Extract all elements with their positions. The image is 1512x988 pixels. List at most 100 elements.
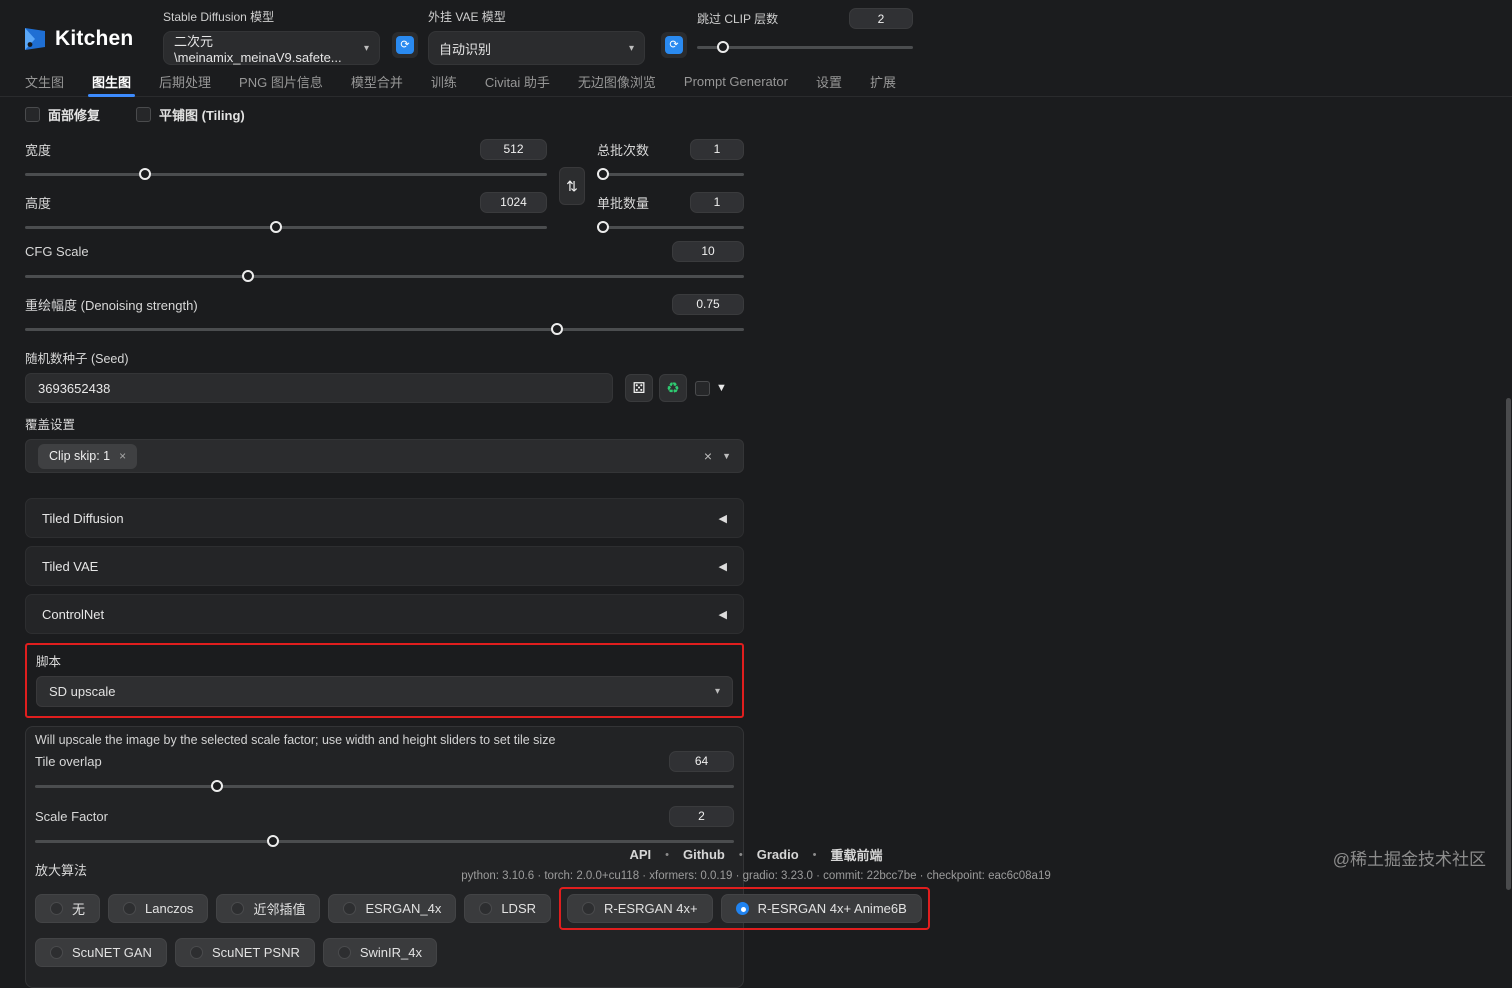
slider-track[interactable] xyxy=(597,173,744,176)
tab-item[interactable]: PNG 图片信息 xyxy=(239,66,323,97)
refresh-sd-model-button[interactable]: ⟳ xyxy=(392,32,418,58)
cfg-value[interactable]: 10 xyxy=(672,240,744,262)
vae-dropdown[interactable]: 自动识别 ▾ xyxy=(428,31,645,65)
upscaler-option[interactable]: 无 xyxy=(35,894,101,923)
accordion-header[interactable]: Tiled Diffusion ◀ xyxy=(25,498,744,538)
tab-item[interactable]: 训练 xyxy=(431,66,457,97)
batch-count-slider[interactable] xyxy=(596,168,744,181)
slider-handle[interactable] xyxy=(551,323,564,335)
slider-handle[interactable] xyxy=(596,221,609,233)
swap-dimensions-button[interactable]: ⇅ xyxy=(559,167,585,205)
denoising-slider[interactable] xyxy=(25,323,744,336)
scale-factor-value[interactable]: 2 xyxy=(669,805,734,827)
checkbox-icon[interactable] xyxy=(136,107,152,122)
clip-skip-value[interactable]: 2 xyxy=(849,8,913,29)
upscaler-option-label: ScuNET PSNR xyxy=(211,945,300,960)
upscaler-option[interactable]: ScuNET PSNR xyxy=(174,938,315,967)
chevron-down-icon[interactable]: ▼ xyxy=(722,451,731,461)
footer-separator: • xyxy=(665,848,669,861)
sd-model-dropdown[interactable]: 二次元\meinamix_meinaV9.safete... ▾ xyxy=(163,31,380,65)
footer-link[interactable]: API xyxy=(629,847,651,862)
clip-skip-slider[interactable] xyxy=(697,41,913,54)
upscaler-option[interactable]: 近邻插值 xyxy=(216,894,321,923)
accordion-header[interactable]: Tiled VAE ◀ xyxy=(25,546,744,586)
slider-handle[interactable] xyxy=(241,270,254,282)
tab-item[interactable]: 文生图 xyxy=(25,66,64,97)
vertical-scrollbar[interactable] xyxy=(1506,398,1511,890)
tab-item[interactable]: 图生图 xyxy=(88,66,136,97)
width-slider[interactable] xyxy=(25,168,547,181)
override-settings-dropdown[interactable]: Clip skip: 1 × × ▼ xyxy=(25,439,744,473)
tab-item[interactable]: Prompt Generator xyxy=(684,66,788,97)
clear-all-icon[interactable]: × xyxy=(704,448,712,464)
footer-link[interactable]: Gradio xyxy=(757,847,799,862)
upscaler-option[interactable]: R-ESRGAN 4x+ Anime6B xyxy=(720,894,922,923)
upscaler-row: 无 Lanczos 近邻插值 ESRGAN_4x LDSR R-ESRGAN 4x+ R-E… xyxy=(35,887,930,930)
random-seed-button[interactable]: ⚄ xyxy=(625,374,653,402)
script-dropdown[interactable]: SD upscale ▾ xyxy=(36,676,733,707)
upscaler-option[interactable]: ESRGAN_4x xyxy=(328,894,457,923)
radio-icon xyxy=(479,902,493,915)
upscaler-option[interactable]: SwinIR_4x xyxy=(322,938,437,967)
upscaler-option[interactable]: R-ESRGAN 4x+ xyxy=(567,894,713,923)
accordion-header[interactable]: ControlNet ◀ xyxy=(25,594,744,634)
chip-remove-icon[interactable]: × xyxy=(119,449,126,463)
slider-handle[interactable] xyxy=(139,168,152,180)
seed-dropdown-arrow-icon[interactable]: ▼ xyxy=(716,382,727,394)
tab-item[interactable]: 扩展 xyxy=(870,66,896,97)
tab-item[interactable]: 模型合并 xyxy=(351,66,403,97)
slider-track[interactable] xyxy=(25,226,547,229)
refresh-vae-button[interactable]: ⟳ xyxy=(661,32,687,58)
upscaler-option-label: 近邻插值 xyxy=(253,902,306,917)
radio-icon xyxy=(343,902,357,915)
slider-track[interactable] xyxy=(697,46,913,49)
denoising-value[interactable]: 0.75 xyxy=(672,293,744,315)
upscaler-option[interactable]: ScuNET GAN xyxy=(35,938,167,967)
slider-track[interactable] xyxy=(35,840,734,843)
tile-overlap-slider[interactable] xyxy=(35,780,734,793)
chevron-down-icon: ▾ xyxy=(714,686,720,697)
slider-track[interactable] xyxy=(25,173,547,176)
slider-handle[interactable] xyxy=(596,168,609,180)
tiling-checkbox[interactable]: 平铺图 (Tiling) xyxy=(136,105,245,124)
tile-overlap-value[interactable]: 64 xyxy=(669,750,734,772)
slider-track[interactable] xyxy=(25,275,744,278)
batch-size-value[interactable]: 1 xyxy=(690,191,744,213)
batch-count-label: 总批次数 xyxy=(597,142,650,158)
tab-item[interactable]: 设置 xyxy=(816,66,842,97)
upscaler-option-label: 无 xyxy=(72,902,86,917)
height-slider[interactable] xyxy=(25,221,547,234)
radio-icon xyxy=(123,902,137,915)
slider-handle[interactable] xyxy=(716,41,729,53)
batch-count-value[interactable]: 1 xyxy=(690,138,744,160)
watermark: @稀土掘金技术社区 xyxy=(1332,850,1486,869)
reuse-seed-button[interactable]: ♻ xyxy=(659,374,687,402)
tab-item[interactable]: 后期处理 xyxy=(159,66,211,97)
checkbox-icon[interactable] xyxy=(25,107,40,122)
slider-handle[interactable] xyxy=(269,221,282,233)
slider-handle[interactable] xyxy=(210,780,223,792)
slider-track[interactable] xyxy=(25,328,744,331)
seed-extra-checkbox[interactable] xyxy=(695,380,710,396)
radio-icon xyxy=(337,946,351,959)
batch-size-slider[interactable] xyxy=(596,221,744,234)
seed-input[interactable]: 3693652438 xyxy=(25,373,613,403)
override-chip[interactable]: Clip skip: 1 × xyxy=(38,443,138,469)
footer-link[interactable]: Github xyxy=(683,847,725,862)
slider-track[interactable] xyxy=(35,785,734,788)
width-value[interactable]: 512 xyxy=(480,138,547,160)
cfg-slider[interactable] xyxy=(25,270,744,283)
clip-skip-label: 跳过 CLIP 层数 xyxy=(697,12,779,26)
tab-item[interactable]: 无边图像浏览 xyxy=(578,66,656,97)
width-label: 宽度 xyxy=(25,142,52,158)
footer-link[interactable]: 重载前端 xyxy=(831,845,883,864)
footer-links: API • Github • Gradio • 重载前端 xyxy=(0,845,1512,864)
tab-item[interactable]: Civitai 助手 xyxy=(485,66,550,97)
upscaler-option-label: R-ESRGAN 4x+ xyxy=(604,901,698,916)
upscaler-option[interactable]: Lanczos xyxy=(108,894,209,923)
upscaler-option-label: SwinIR_4x xyxy=(359,945,422,960)
face-restore-checkbox[interactable]: 面部修复 xyxy=(25,105,100,124)
upscaler-option[interactable]: LDSR xyxy=(464,894,552,923)
slider-track[interactable] xyxy=(597,226,744,229)
height-value[interactable]: 1024 xyxy=(480,191,547,213)
